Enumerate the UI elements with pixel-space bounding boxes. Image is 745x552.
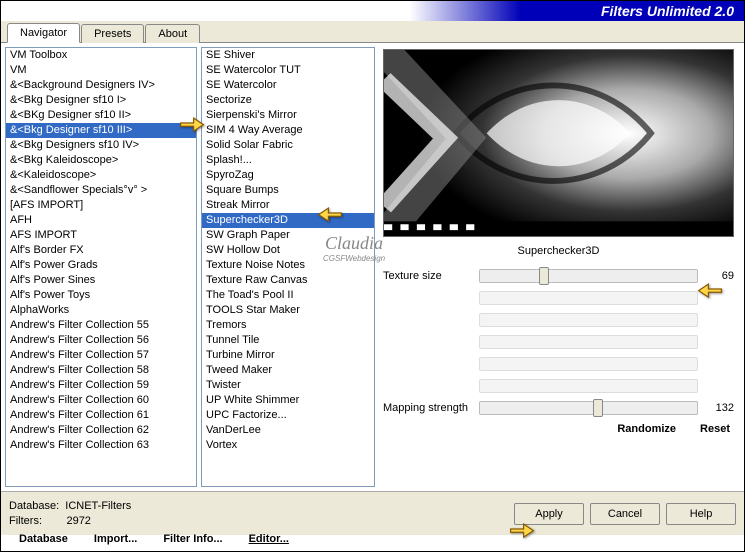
- list-item[interactable]: &<Bkg Kaleidoscope>: [6, 153, 196, 168]
- list-item[interactable]: SW Graph Paper: [202, 228, 374, 243]
- category-list[interactable]: VM ToolboxVM&<Background Designers IV>&<…: [5, 47, 197, 487]
- title-bar: Filters Unlimited 2.0: [1, 1, 744, 21]
- list-item[interactable]: Superchecker3D: [202, 213, 374, 228]
- list-item[interactable]: UPC Factorize...: [202, 408, 374, 423]
- list-item[interactable]: VM: [6, 63, 196, 78]
- main-panel: VM ToolboxVM&<Background Designers IV>&<…: [1, 43, 744, 491]
- list-item[interactable]: Texture Noise Notes: [202, 258, 374, 273]
- app-title: Filters Unlimited 2.0: [601, 3, 734, 19]
- list-item[interactable]: SE Watercolor TUT: [202, 63, 374, 78]
- list-item[interactable]: &<BKg Designer sf10 II>: [6, 108, 196, 123]
- list-item[interactable]: Splash!...: [202, 153, 374, 168]
- list-item[interactable]: Turbine Mirror: [202, 348, 374, 363]
- randomize-button[interactable]: Randomize: [617, 423, 676, 435]
- list-item[interactable]: TOOLS Star Maker: [202, 303, 374, 318]
- list-item[interactable]: SIM 4 Way Average: [202, 123, 374, 138]
- list-item[interactable]: &<Bkg Designers sf10 IV>: [6, 138, 196, 153]
- list-item[interactable]: Solid Solar Fabric: [202, 138, 374, 153]
- list-item[interactable]: VanDerLee: [202, 423, 374, 438]
- list-item[interactable]: Alf's Power Toys: [6, 288, 196, 303]
- slider-thumb[interactable]: [593, 399, 603, 417]
- footer-buttons: Apply Cancel Help: [514, 503, 736, 525]
- tab-strip: Navigator Presets About: [1, 21, 744, 43]
- param-texture-size: Texture size 69: [383, 265, 734, 287]
- randomize-reset-row: Randomize Reset: [383, 419, 734, 435]
- list-item[interactable]: &<Sandflower Specials°v° >: [6, 183, 196, 198]
- list-item[interactable]: Twister: [202, 378, 374, 393]
- list-item[interactable]: Andrew's Filter Collection 56: [6, 333, 196, 348]
- right-panel: ClaudiaCGSFWebdesign Superchecker3D Text…: [379, 47, 740, 487]
- reset-button[interactable]: Reset: [700, 423, 730, 435]
- filter-info-button[interactable]: Filter Info...: [163, 533, 222, 545]
- list-item[interactable]: SE Shiver: [202, 48, 374, 63]
- list-item[interactable]: Tunnel Tile: [202, 333, 374, 348]
- list-item[interactable]: Andrew's Filter Collection 63: [6, 438, 196, 453]
- list-item[interactable]: VM Toolbox: [6, 48, 196, 63]
- list-item[interactable]: [AFS IMPORT]: [6, 198, 196, 213]
- list-item[interactable]: Alf's Power Sines: [6, 273, 196, 288]
- list-item[interactable]: Andrew's Filter Collection 57: [6, 348, 196, 363]
- list-item[interactable]: Tremors: [202, 318, 374, 333]
- bottom-button-row: Database Import... Filter Info... Editor…: [11, 529, 391, 549]
- list-item[interactable]: AFH: [6, 213, 196, 228]
- list-item[interactable]: Square Bumps: [202, 183, 374, 198]
- list-item[interactable]: Alf's Power Grads: [6, 258, 196, 273]
- list-item[interactable]: Alf's Border FX: [6, 243, 196, 258]
- param-label: Texture size: [383, 270, 473, 282]
- list-item[interactable]: Sierpenski's Mirror: [202, 108, 374, 123]
- texture-size-slider[interactable]: [479, 269, 698, 283]
- list-item[interactable]: Andrew's Filter Collection 62: [6, 423, 196, 438]
- list-item[interactable]: &<Bkg Designer sf10 III>: [6, 123, 196, 138]
- list-item[interactable]: Andrew's Filter Collection 55: [6, 318, 196, 333]
- preview-label: ClaudiaCGSFWebdesign Superchecker3D: [383, 245, 734, 257]
- param-label: Mapping strength: [383, 402, 473, 414]
- list-item[interactable]: SW Hollow Dot: [202, 243, 374, 258]
- list-item[interactable]: Sectorize: [202, 93, 374, 108]
- list-item[interactable]: Andrew's Filter Collection 60: [6, 393, 196, 408]
- database-button[interactable]: Database: [19, 533, 68, 545]
- cancel-button[interactable]: Cancel: [590, 503, 660, 525]
- slider-thumb[interactable]: [539, 267, 549, 285]
- list-item[interactable]: AlphaWorks: [6, 303, 196, 318]
- help-button[interactable]: Help: [666, 503, 736, 525]
- list-item[interactable]: SE Watercolor: [202, 78, 374, 93]
- list-item[interactable]: SpyroZag: [202, 168, 374, 183]
- tab-presets[interactable]: Presets: [81, 24, 144, 43]
- list-item[interactable]: Tweed Maker: [202, 363, 374, 378]
- list-item[interactable]: AFS IMPORT: [6, 228, 196, 243]
- list-item[interactable]: Texture Raw Canvas: [202, 273, 374, 288]
- apply-button[interactable]: Apply: [514, 503, 584, 525]
- list-item[interactable]: Andrew's Filter Collection 58: [6, 363, 196, 378]
- tab-about[interactable]: About: [145, 24, 200, 43]
- list-item[interactable]: The Toad's Pool II: [202, 288, 374, 303]
- import-button[interactable]: Import...: [94, 533, 137, 545]
- tab-navigator[interactable]: Navigator: [7, 23, 80, 43]
- list-item[interactable]: &<Background Designers IV>: [6, 78, 196, 93]
- list-item[interactable]: Andrew's Filter Collection 61: [6, 408, 196, 423]
- list-item[interactable]: Streak Mirror: [202, 198, 374, 213]
- editor-button[interactable]: Editor...: [249, 533, 289, 545]
- disabled-sliders: [383, 287, 734, 397]
- list-item[interactable]: Andrew's Filter Collection 59: [6, 378, 196, 393]
- list-item[interactable]: Vortex: [202, 438, 374, 453]
- mapping-strength-slider[interactable]: [479, 401, 698, 415]
- list-item[interactable]: &<Bkg Designer sf10 I>: [6, 93, 196, 108]
- list-item[interactable]: UP White Shimmer: [202, 393, 374, 408]
- filter-list[interactable]: SE ShiverSE Watercolor TUTSE WatercolorS…: [201, 47, 375, 487]
- preview-image: [383, 49, 734, 237]
- list-item[interactable]: &<Kaleidoscope>: [6, 168, 196, 183]
- status-info: Database: ICNET-Filters Filters: 2972: [9, 499, 131, 529]
- param-mapping-strength: Mapping strength 132: [383, 397, 734, 419]
- param-value: 132: [704, 402, 734, 414]
- param-value: 69: [704, 270, 734, 282]
